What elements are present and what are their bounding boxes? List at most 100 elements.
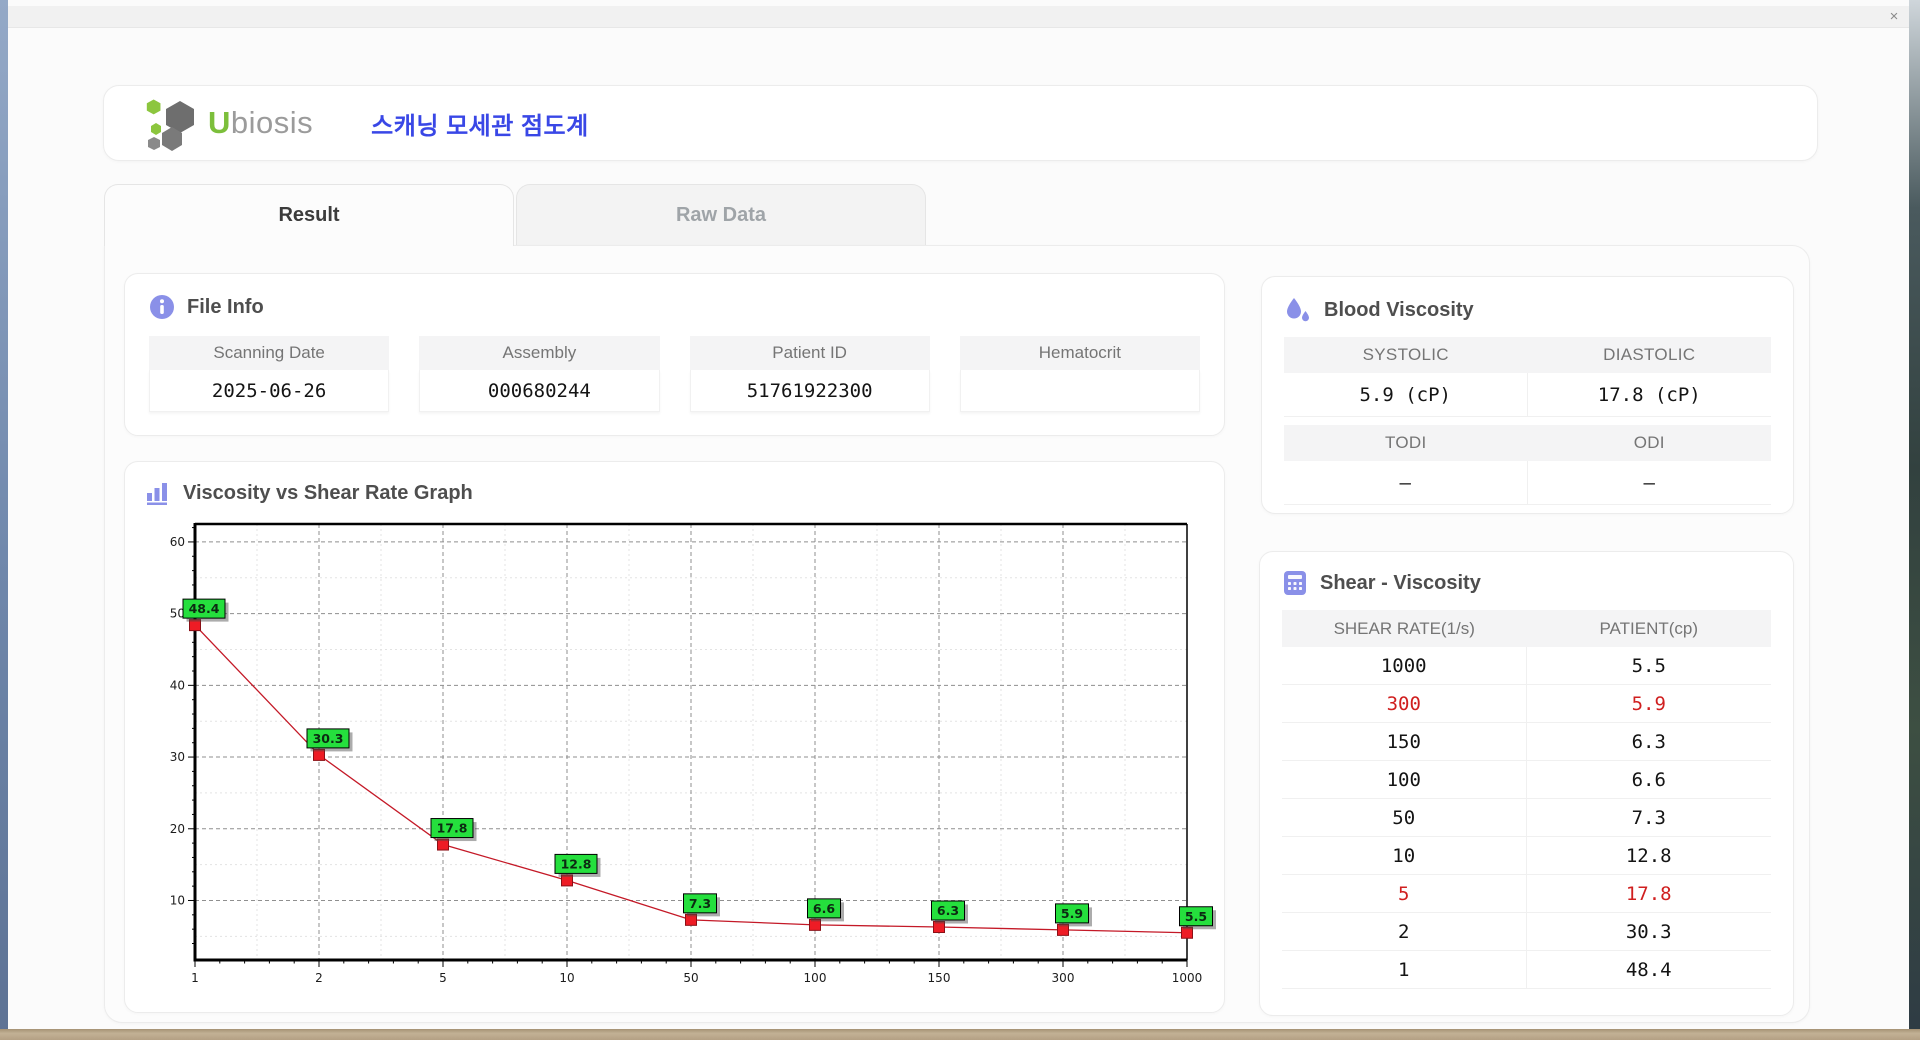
svg-text:10: 10 xyxy=(559,971,574,985)
shear-rate-value: 150 xyxy=(1282,723,1527,761)
svg-text:5.9: 5.9 xyxy=(1061,906,1083,921)
svg-text:60: 60 xyxy=(170,535,185,549)
patient-value: 7.3 xyxy=(1526,799,1771,837)
svg-text:5: 5 xyxy=(439,971,447,985)
svg-text:30: 30 xyxy=(170,750,185,764)
svg-text:150: 150 xyxy=(928,971,951,985)
systolic-header: SYSTOLIC xyxy=(1362,345,1449,364)
brand-name: Ubiosis xyxy=(208,105,313,141)
desktop-edge-right xyxy=(1909,0,1920,1040)
file-info-card: File Info Scanning Date 2025-06-26 Assem… xyxy=(124,273,1225,436)
shear-rate-value: 50 xyxy=(1282,799,1527,837)
svg-text:6.3: 6.3 xyxy=(937,903,959,918)
table-row: 1000 5.5 xyxy=(1282,647,1771,685)
shear-rate-value: 1 xyxy=(1282,951,1527,989)
table-row: 2 30.3 xyxy=(1282,913,1771,951)
info-icon xyxy=(149,294,175,320)
brand-u: U xyxy=(208,105,231,140)
patient-value: 12.8 xyxy=(1526,837,1771,875)
diastolic-header: DIASTOLIC xyxy=(1603,345,1696,364)
brand-logo: Ubiosis xyxy=(144,95,313,151)
patient-value: 17.8 xyxy=(1526,875,1771,913)
patient-value: 6.3 xyxy=(1526,723,1771,761)
svg-text:5.5: 5.5 xyxy=(1185,909,1207,924)
systolic-value: 5.9 (cP) xyxy=(1284,373,1528,417)
page-title: 스캐닝 모세관 점도계 xyxy=(371,112,589,140)
svg-text:2: 2 xyxy=(315,971,323,985)
tab-result[interactable]: Result xyxy=(104,184,514,246)
bar-chart-icon xyxy=(145,480,171,506)
patient-value: 48.4 xyxy=(1526,951,1771,989)
svg-text:17.8: 17.8 xyxy=(437,821,468,836)
field-hematocrit: Hematocrit xyxy=(959,336,1200,412)
calculator-grid-icon xyxy=(1282,570,1308,596)
todi-value: – xyxy=(1284,461,1528,505)
tab-raw-data[interactable]: Raw Data xyxy=(516,184,926,246)
svg-text:100: 100 xyxy=(804,971,827,985)
blood-viscosity-card: Blood Viscosity SYSTOLIC DIASTOLIC 5.9 (… xyxy=(1261,276,1794,514)
odi-value: – xyxy=(1527,461,1771,505)
odi-header: ODI xyxy=(1633,433,1665,452)
water-droplets-icon xyxy=(1284,297,1312,323)
table-header-row: SHEAR RATE(1/s) PATIENT(cp) xyxy=(1282,610,1771,647)
brand-rest: biosis xyxy=(230,105,314,140)
field-label: Patient ID xyxy=(689,336,930,370)
diastolic-value: 17.8 (cP) xyxy=(1527,373,1771,417)
table-row: 1 48.4 xyxy=(1282,951,1771,989)
shear-rate-value: 5 xyxy=(1282,875,1527,913)
patient-value: 30.3 xyxy=(1526,913,1771,951)
table-row: 5 17.8 xyxy=(1282,875,1771,913)
svg-text:30.3: 30.3 xyxy=(313,731,344,746)
field-value xyxy=(959,370,1200,412)
desktop-edge-bottom xyxy=(0,1029,1920,1040)
tab-bar: Result Raw Data xyxy=(104,184,926,246)
close-icon[interactable]: × xyxy=(1879,9,1909,24)
field-scanning-date: Scanning Date 2025-06-26 xyxy=(149,336,390,412)
systolic-diastolic-table: SYSTOLIC DIASTOLIC 5.9 (cP) 17.8 (cP) TO… xyxy=(1284,337,1771,505)
field-value: 51761922300 xyxy=(689,370,930,412)
svg-text:20: 20 xyxy=(170,822,185,836)
patient-value: 5.5 xyxy=(1526,647,1771,685)
file-info-fields: Scanning Date 2025-06-26 Assembly 000680… xyxy=(149,336,1200,412)
table-row: 10 12.8 xyxy=(1282,837,1771,875)
field-value: 000680244 xyxy=(419,370,660,412)
table-row: 150 6.3 xyxy=(1282,723,1771,761)
hexagon-cluster-logo-icon xyxy=(144,95,202,151)
viscosity-chart: 1020304050601 2 5 10 50 100 150 300 100048.430.3… xyxy=(170,522,1216,985)
field-patient-id: Patient ID 51761922300 xyxy=(689,336,930,412)
shear-rate-value: 1000 xyxy=(1282,647,1527,685)
result-tab-panel: File Info Scanning Date 2025-06-26 Assem… xyxy=(104,245,1810,1023)
table-row: 50 7.3 xyxy=(1282,799,1771,837)
shear-rate-value: 100 xyxy=(1282,761,1527,799)
shear-rate-value: 2 xyxy=(1282,913,1527,951)
svg-text:12.8: 12.8 xyxy=(561,856,592,871)
shear-rate-column-header: SHEAR RATE(1/s) xyxy=(1333,618,1475,638)
field-label: Scanning Date xyxy=(149,336,390,370)
svg-text:1000: 1000 xyxy=(1172,971,1203,985)
todi-header: TODI xyxy=(1384,433,1427,452)
field-label: Hematocrit xyxy=(959,336,1200,370)
field-assembly: Assembly 000680244 xyxy=(419,336,660,412)
shear-rate-value: 300 xyxy=(1282,685,1527,723)
header-card: Ubiosis 스캐닝 모세관 점도계 xyxy=(103,85,1818,161)
viscosity-graph-card: Viscosity vs Shear Rate Graph 10 20 30 40 50… xyxy=(124,461,1225,1013)
patient-value: 5.9 xyxy=(1526,685,1771,723)
field-value: 2025-06-26 xyxy=(149,370,390,412)
patient-column-header: PATIENT(cp) xyxy=(1599,618,1699,638)
field-label: Assembly xyxy=(419,336,660,370)
app-window: × Ubiosis 스캐닝 모세관 점도계 Result Raw Data Fi… xyxy=(8,0,1909,1029)
graph-title: Viscosity vs Shear Rate Graph xyxy=(183,481,473,504)
app-content: Ubiosis 스캐닝 모세관 점도계 Result Raw Data File… xyxy=(8,28,1909,1029)
svg-text:300: 300 xyxy=(1052,971,1075,985)
window-titlebar: × xyxy=(8,6,1909,28)
shear-viscosity-title: Shear - Viscosity xyxy=(1320,571,1481,594)
svg-text:40: 40 xyxy=(170,678,185,692)
svg-text:6.6: 6.6 xyxy=(813,901,835,916)
shear-viscosity-card: Shear - Viscosity SHEAR RATE(1/s) PATIEN… xyxy=(1259,551,1794,1016)
svg-text:48.4: 48.4 xyxy=(189,601,220,616)
file-info-title: File Info xyxy=(187,295,264,318)
patient-value: 6.6 xyxy=(1526,761,1771,799)
svg-text:1: 1 xyxy=(191,971,199,985)
table-row: 100 6.6 xyxy=(1282,761,1771,799)
svg-text:50: 50 xyxy=(683,971,698,985)
